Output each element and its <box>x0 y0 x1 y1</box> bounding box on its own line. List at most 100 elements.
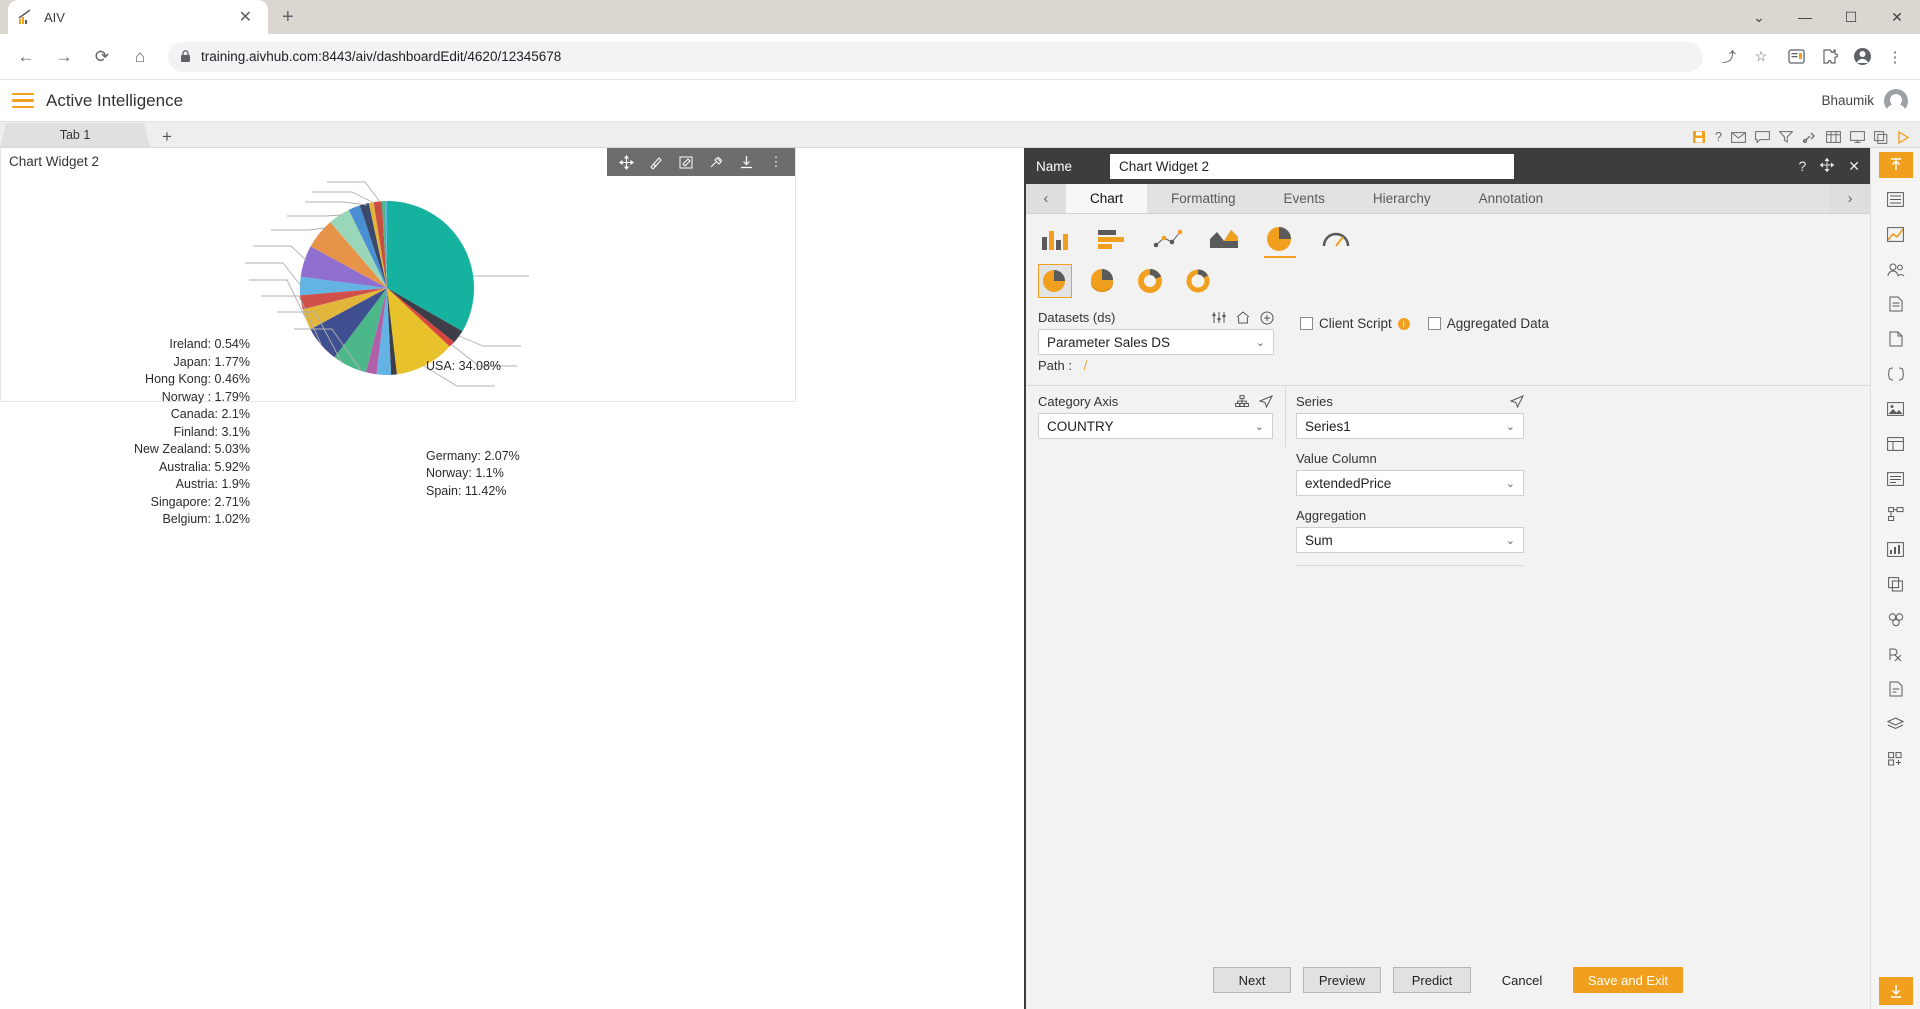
profile-avatar-icon[interactable] <box>1847 42 1877 72</box>
send-icon[interactable] <box>1510 395 1524 408</box>
close-icon[interactable]: ✕ <box>1848 158 1860 175</box>
image-icon[interactable] <box>1879 395 1913 423</box>
layers-icon[interactable] <box>1879 605 1913 633</box>
analytics-icon[interactable] <box>1879 535 1913 563</box>
avatar[interactable] <box>1884 88 1908 113</box>
dashboard-add-tab-button[interactable]: + <box>162 128 172 147</box>
pie-3d-icon[interactable] <box>1086 264 1120 298</box>
widget-name-input[interactable] <box>1110 153 1514 179</box>
extensions-puzzle-icon[interactable] <box>1814 42 1844 72</box>
address-bar[interactable]: training.aivhub.com:8443/aiv/dashboardEd… <box>168 41 1703 72</box>
bar-chart-icon[interactable] <box>1094 224 1130 254</box>
play-icon[interactable] <box>1897 130 1910 144</box>
save-icon[interactable] <box>1692 130 1706 144</box>
home-icon[interactable] <box>1236 310 1250 325</box>
chart-bar-icon[interactable] <box>1879 220 1913 248</box>
bookmark-star-icon[interactable]: ☆ <box>1747 43 1775 71</box>
move-icon[interactable] <box>611 148 641 176</box>
hierarchy-icon[interactable] <box>1235 395 1249 408</box>
pin-up-icon[interactable] <box>1878 152 1913 178</box>
copy-icon[interactable] <box>1874 130 1888 144</box>
donut-thin-icon[interactable] <box>1182 264 1216 298</box>
new-tab-button[interactable]: + <box>282 6 294 29</box>
window-minimize-button[interactable]: — <box>1782 0 1828 34</box>
file-icon[interactable] <box>1879 675 1913 703</box>
help-icon[interactable]: ? <box>1715 130 1722 144</box>
presentation-icon[interactable] <box>1850 131 1865 143</box>
pie-chart-icon[interactable] <box>1262 224 1298 258</box>
gauge-chart-icon[interactable] <box>1318 224 1354 254</box>
home-button[interactable]: ⌂ <box>124 41 156 73</box>
stack-icon[interactable] <box>1879 710 1913 738</box>
dashboard-tab-1[interactable]: Tab 1 <box>0 123 150 147</box>
info-icon[interactable]: i <box>1397 317 1410 330</box>
reload-button[interactable]: ⟳ <box>86 41 118 73</box>
plus-circle-icon[interactable] <box>1260 311 1274 325</box>
tree-icon[interactable] <box>1879 500 1913 528</box>
tab-chart[interactable]: Chart <box>1066 184 1148 213</box>
more-icon[interactable]: ⋮ <box>761 148 791 176</box>
rx-icon[interactable] <box>1879 640 1913 668</box>
copy-icon[interactable] <box>1879 570 1913 598</box>
save-and-exit-button[interactable]: Save and Exit <box>1573 967 1683 993</box>
collections-icon[interactable] <box>1781 42 1811 72</box>
window-chevron-icon[interactable]: ⌄ <box>1736 0 1782 34</box>
next-button[interactable]: Next <box>1213 967 1291 993</box>
move-icon[interactable] <box>1820 157 1835 175</box>
column-chart-icon[interactable] <box>1038 224 1074 254</box>
donut-icon[interactable] <box>1134 264 1168 298</box>
tab-formatting[interactable]: Formatting <box>1147 184 1260 213</box>
browser-menu-icon[interactable]: ⋮ <box>1880 42 1910 72</box>
browser-tab[interactable]: AIV ✕ <box>8 0 268 34</box>
help-icon[interactable]: ? <box>1798 158 1806 175</box>
code-icon[interactable] <box>1879 360 1913 388</box>
tabs-next-button[interactable]: › <box>1830 184 1870 213</box>
area-chart-icon[interactable] <box>1206 224 1242 254</box>
aggregated-data-checkbox[interactable] <box>1427 317 1441 330</box>
mail-icon[interactable] <box>1731 131 1746 143</box>
document-icon[interactable] <box>1879 290 1913 318</box>
tab-hierarchy[interactable]: Hierarchy <box>1349 184 1455 213</box>
browser-tab-close-icon[interactable]: ✕ <box>233 7 258 27</box>
form-icon[interactable] <box>1879 465 1913 493</box>
tab-annotation[interactable]: Annotation <box>1455 184 1568 213</box>
list-icon[interactable] <box>1879 185 1913 213</box>
scatter-chart-icon[interactable] <box>1150 224 1186 254</box>
forward-button[interactable]: → <box>48 41 80 73</box>
settings-icon[interactable] <box>701 148 731 176</box>
table-icon[interactable] <box>1826 131 1841 143</box>
tabs-prev-button[interactable]: ‹ <box>1026 184 1066 213</box>
dashboard-icon[interactable] <box>1879 430 1913 458</box>
download-icon[interactable] <box>1878 977 1913 1005</box>
chart-widget[interactable]: Chart Widget 2 ⋮ Ireland: 0.54% Japan: 1… <box>0 148 796 526</box>
share-icon[interactable]: ⤴ <box>1715 43 1743 71</box>
window-close-button[interactable]: ✕ <box>1874 0 1920 34</box>
grid-plus-icon[interactable] <box>1879 745 1913 773</box>
pie-plain-icon[interactable] <box>1038 264 1072 298</box>
page-icon[interactable] <box>1879 325 1913 353</box>
aggregated-data-checkbox-row[interactable]: Aggregated Data <box>1427 304 1549 331</box>
back-button[interactable]: ← <box>10 41 42 73</box>
value-column-select[interactable]: extendedPrice ⌄ <box>1296 470 1524 496</box>
send-icon[interactable] <box>1259 395 1273 408</box>
window-maximize-button[interactable]: ☐ <box>1828 0 1874 34</box>
preview-button[interactable]: Preview <box>1303 967 1381 993</box>
pen-icon[interactable] <box>641 148 671 176</box>
edit-icon[interactable] <box>671 148 701 176</box>
category-axis-select[interactable]: COUNTRY ⌄ <box>1038 413 1273 439</box>
cancel-button[interactable]: Cancel <box>1483 967 1561 993</box>
tab-events[interactable]: Events <box>1260 184 1349 213</box>
client-script-checkbox[interactable] <box>1300 317 1313 330</box>
hamburger-menu-icon[interactable] <box>12 89 34 113</box>
filter-icon[interactable] <box>1779 131 1793 143</box>
datasets-select[interactable]: Parameter Sales DS ⌄ <box>1038 329 1274 355</box>
client-script-checkbox-row[interactable]: Client Script i <box>1286 304 1410 331</box>
users-icon[interactable] <box>1879 255 1913 283</box>
predict-button[interactable]: Predict <box>1393 967 1471 993</box>
download-icon[interactable] <box>731 148 761 176</box>
aggregation-select[interactable]: Sum ⌄ <box>1296 527 1524 553</box>
series-select[interactable]: Series1 ⌄ <box>1296 413 1524 439</box>
sliders-icon[interactable] <box>1212 311 1226 325</box>
comment-icon[interactable] <box>1755 131 1770 143</box>
tools-icon[interactable] <box>1802 131 1817 144</box>
